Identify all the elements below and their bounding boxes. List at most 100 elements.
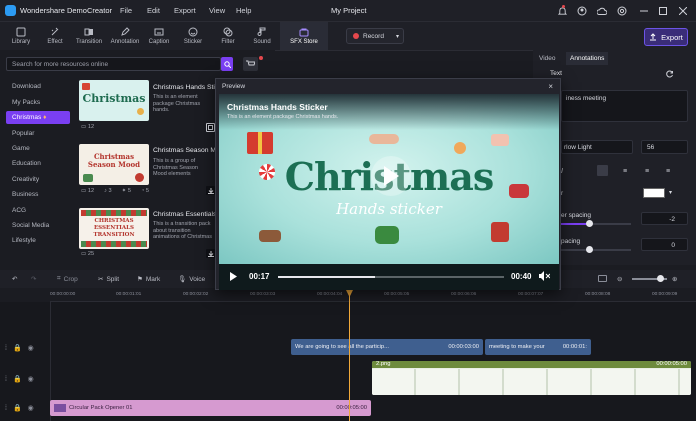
align-right-icon[interactable]: ≡	[645, 168, 649, 175]
text-content-field[interactable]: iness meeting	[561, 90, 688, 122]
play-overlay-button[interactable]	[371, 156, 411, 196]
count: 5	[127, 188, 131, 194]
font-size-select[interactable]: 56	[641, 140, 688, 154]
play-icon	[230, 272, 237, 281]
menu-edit[interactable]: Edit	[147, 6, 160, 15]
category-creativity[interactable]: Creativity	[6, 173, 70, 186]
category-christmas[interactable]: Christmas ♦	[6, 111, 70, 124]
align-center-icon[interactable]: ≡	[623, 168, 627, 175]
export-button[interactable]: Export	[644, 28, 688, 46]
pack-thumbnail[interactable]: Christmas	[79, 80, 149, 121]
ruler-tick: 00:00:02:02	[183, 292, 209, 297]
crop-button[interactable]: ⌗ Crop	[57, 275, 78, 283]
chevron-down-icon: ▾	[395, 33, 399, 40]
tool-annotation[interactable]: Annotation	[106, 22, 144, 50]
undo-icon[interactable]: ↶	[12, 275, 17, 283]
project-title: My Project	[331, 6, 367, 15]
split-button[interactable]: ✂ Split	[98, 275, 119, 284]
play-button[interactable]	[229, 272, 237, 281]
playhead[interactable]	[349, 290, 350, 421]
export-icon	[650, 33, 657, 41]
download-button[interactable]	[206, 186, 215, 195]
category-my-packs[interactable]: My Packs	[6, 96, 70, 109]
visibility-icon[interactable]: ◉	[28, 344, 34, 352]
spacing2-slider-handle[interactable]	[586, 246, 593, 253]
preview-video[interactable]: Christmas Hands Sticker This is an eleme…	[219, 94, 559, 264]
lock-icon[interactable]: 🔒	[13, 375, 22, 383]
category-popular[interactable]: Popular	[6, 127, 70, 140]
zoom-slider-handle[interactable]	[657, 275, 664, 282]
mute-button[interactable]	[539, 271, 550, 281]
maximize-icon[interactable]	[656, 4, 670, 18]
caption-clip[interactable]: meeting to make your 00:00:01:	[485, 339, 591, 355]
account-icon[interactable]	[575, 4, 589, 18]
preview-button[interactable]	[206, 123, 215, 132]
tool-sticker[interactable]: Sticker	[174, 22, 212, 50]
font-select[interactable]: rlow Light	[561, 140, 633, 154]
search-input[interactable]: Search for more resources online	[6, 57, 221, 71]
tool-transition[interactable]: Transition	[70, 22, 108, 50]
chevron-down-icon[interactable]: ▾	[669, 189, 672, 196]
crop-icon: ⌗	[57, 275, 61, 282]
pack-clip[interactable]: Circular Pack Opener 01 00:00:05:00	[50, 400, 371, 416]
tool-library[interactable]: Library	[2, 22, 40, 50]
spacing2-slider[interactable]	[561, 249, 631, 251]
close-icon[interactable]: ×	[548, 82, 553, 91]
cloud-icon[interactable]	[595, 4, 609, 18]
pack-thumbnail[interactable]: CHRISTMAS ESSENTIALS TRANSITION	[79, 208, 149, 249]
visibility-icon[interactable]: ◉	[28, 404, 34, 412]
tool-caption[interactable]: Caption	[140, 22, 178, 50]
lock-icon[interactable]: 🔒	[13, 404, 22, 412]
tab-annotations[interactable]: Annotations	[566, 52, 609, 65]
menu-view[interactable]: View	[209, 6, 225, 15]
lock-icon[interactable]: 🔒	[13, 344, 22, 352]
spacing-slider-handle[interactable]	[586, 220, 593, 227]
tool-label: Library	[11, 39, 31, 45]
mark-button[interactable]: ⚑ Mark	[137, 275, 160, 284]
visibility-icon[interactable]: ◉	[28, 375, 34, 383]
search-button[interactable]	[221, 57, 233, 71]
reset-icon[interactable]	[666, 70, 674, 78]
menu-export[interactable]: Export	[174, 6, 196, 15]
ruler-tick: 00:00:07:07	[518, 292, 544, 297]
align-left-button[interactable]	[597, 165, 608, 176]
tool-sfx-store[interactable]: SFX Store	[280, 22, 328, 50]
preview-area-top	[275, 50, 533, 78]
preview-dialog: Preview × Christmas Hands Sticker This i…	[215, 78, 561, 290]
image-clip[interactable]: 2.png 00:00:05:00	[372, 361, 691, 395]
pack-stats: ▭ 12 ♪ 3 ✦ 5 ◔ 5	[81, 188, 149, 194]
menu-file[interactable]: File	[120, 6, 132, 15]
category-social-media[interactable]: Social Media	[6, 219, 70, 232]
support-icon[interactable]	[615, 4, 629, 18]
tool-effect[interactable]: Effect	[36, 22, 74, 50]
category-lifestyle[interactable]: Lifestyle	[6, 234, 70, 247]
spacing-value-field[interactable]: -2	[641, 212, 688, 225]
clip-duration: 00:00:01:	[562, 344, 587, 350]
redo-icon[interactable]: ↷	[31, 275, 36, 283]
tool-sound[interactable]: Sound	[243, 22, 281, 50]
pack-thumbnail[interactable]: Christmas Season Mood	[79, 144, 149, 185]
justify-icon[interactable]: ≡	[666, 168, 670, 175]
category-education[interactable]: Education	[6, 157, 70, 170]
caption-clip[interactable]: We are going to see all the particip... 0…	[291, 339, 483, 355]
fit-icon[interactable]	[598, 275, 607, 282]
zoom-in-icon[interactable]: ⊕	[672, 275, 677, 283]
tab-video[interactable]: Video	[539, 55, 556, 62]
ruler-tick: 00:00:05:05	[384, 292, 410, 297]
italic-icon[interactable]: I	[561, 168, 563, 175]
category-business[interactable]: Business	[6, 188, 70, 201]
voice-button[interactable]: 🎙 Voice	[178, 275, 205, 284]
category-acg[interactable]: ACG	[6, 204, 70, 217]
tool-filter[interactable]: Filter	[209, 22, 247, 50]
minimize-icon[interactable]	[637, 4, 651, 18]
category-download[interactable]: Download	[6, 80, 70, 93]
color-swatch[interactable]	[643, 188, 665, 198]
cart-button[interactable]	[243, 57, 258, 71]
download-button[interactable]	[206, 249, 215, 258]
zoom-out-icon[interactable]: ⊖	[617, 275, 622, 283]
close-icon[interactable]	[676, 4, 690, 18]
menu-help[interactable]: Help	[236, 6, 251, 15]
record-button[interactable]: Record ▾	[346, 28, 404, 44]
spacing2-value-field[interactable]: 0	[641, 238, 688, 251]
category-game[interactable]: Game	[6, 142, 70, 155]
